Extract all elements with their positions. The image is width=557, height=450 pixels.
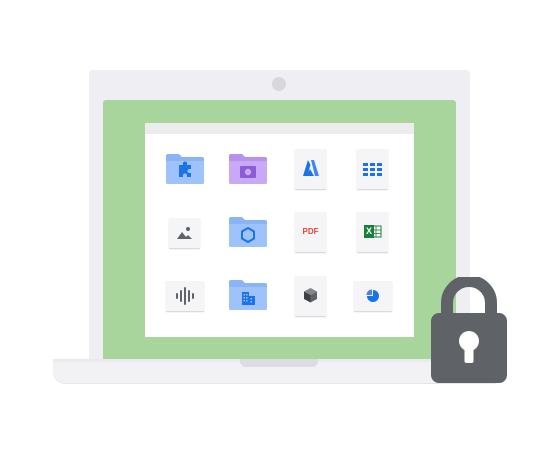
padlock-icon (430, 275, 508, 384)
excel-label: X (365, 226, 372, 236)
grid-file-icon[interactable] (357, 149, 388, 189)
building-folder-icon[interactable] (228, 279, 268, 311)
laptop-notch (240, 359, 318, 367)
photo-folder-icon[interactable] (228, 153, 268, 185)
brand-a-file-icon[interactable] (295, 149, 326, 189)
cube-file-icon[interactable] (295, 276, 326, 316)
image-file-icon[interactable] (169, 218, 200, 248)
audio-file-icon[interactable] (166, 281, 204, 311)
hexagon-folder-icon[interactable] (228, 216, 268, 248)
pdf-file-icon[interactable]: PDF (295, 212, 326, 252)
laptop-lock-illustration: PDF X (0, 0, 557, 450)
excel-file-icon[interactable]: X (357, 212, 388, 252)
pie-chart-file-icon[interactable] (354, 281, 392, 311)
window-title-bar (145, 123, 414, 134)
webcam-icon (272, 77, 286, 91)
puzzle-folder-icon[interactable] (165, 153, 205, 185)
pdf-label: PDF (302, 227, 319, 236)
